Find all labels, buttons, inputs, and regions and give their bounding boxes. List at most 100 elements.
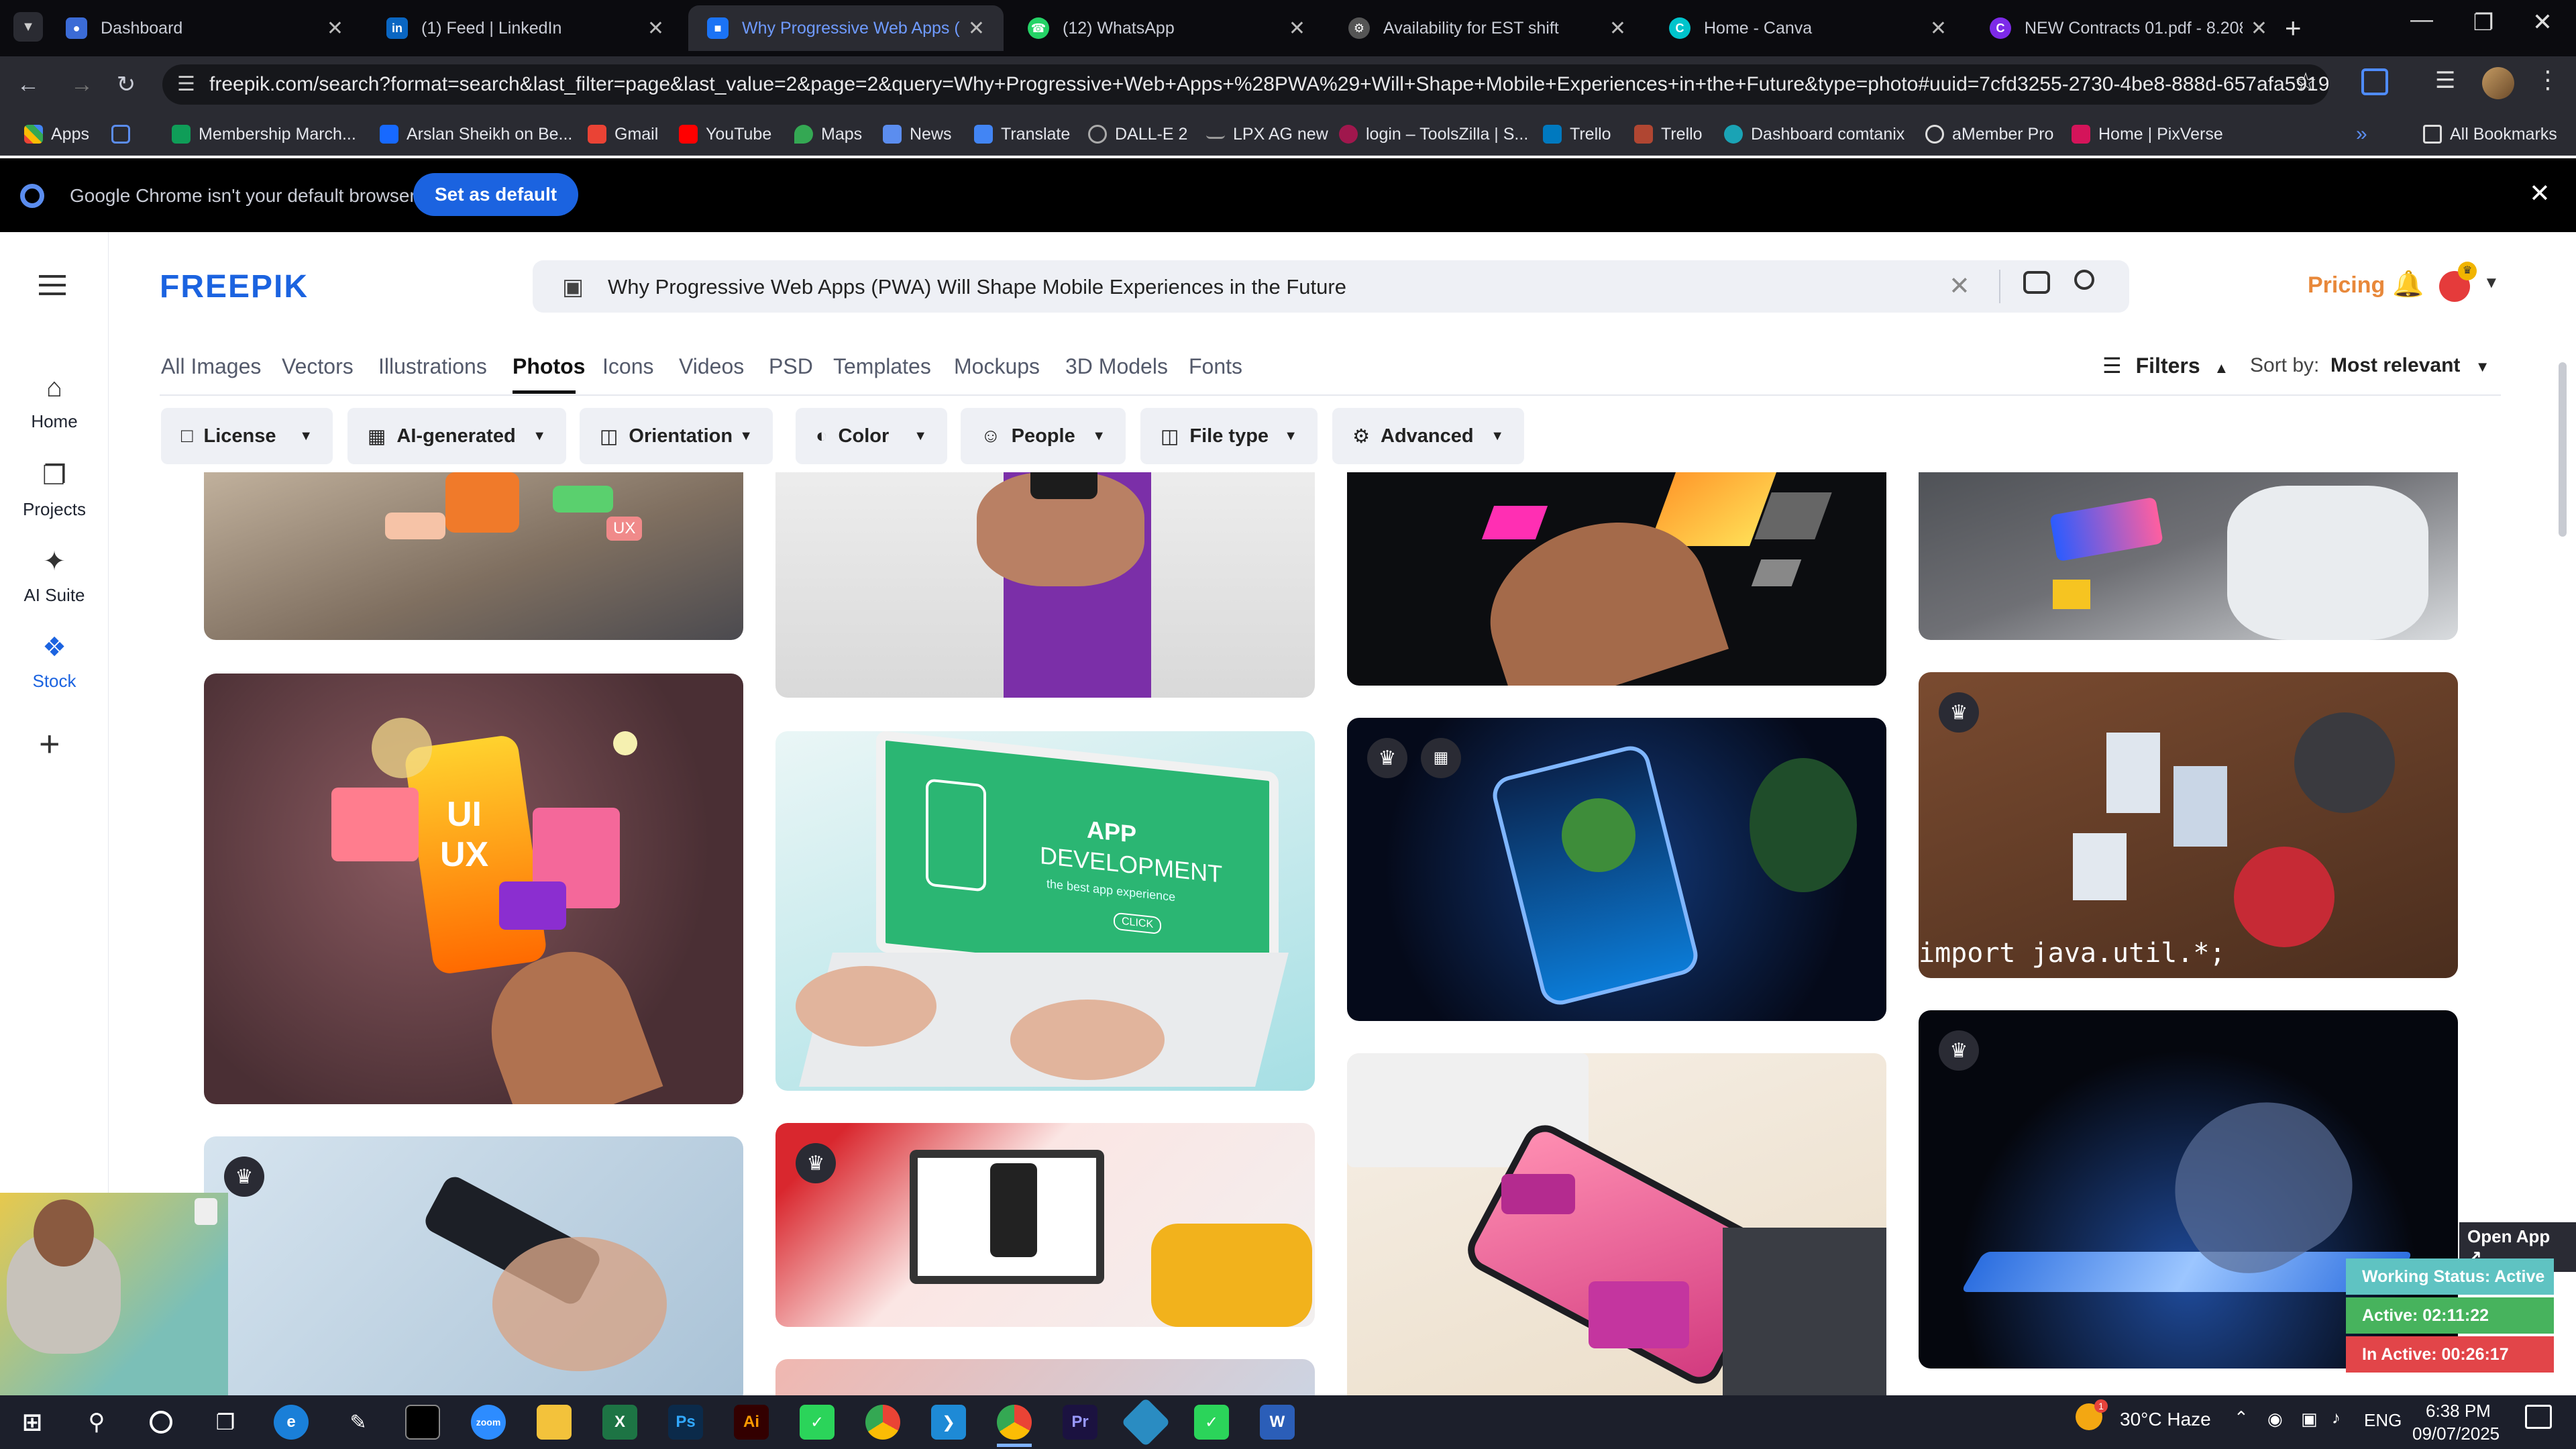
result-image[interactable] (775, 472, 1315, 698)
language-indicator[interactable]: ENG (2364, 1410, 2402, 1431)
pricing-link[interactable]: Pricing (2308, 272, 2385, 299)
bookmark-translate[interactable]: Translate (974, 113, 1070, 156)
profile-avatar[interactable] (2482, 67, 2514, 99)
tab-icons[interactable]: Icons (602, 354, 653, 379)
result-image[interactable] (775, 1359, 1315, 1395)
weather-text[interactable]: 30°C Haze (2120, 1409, 2211, 1430)
word-icon[interactable]: W (1260, 1405, 1295, 1440)
tab-canva-contracts[interactable]: C NEW Contracts 01.pdf - 8.208 ✕ (1971, 5, 2286, 51)
bookmark-maps[interactable]: Maps (794, 113, 862, 156)
filter-license[interactable]: □ License ▼ (161, 408, 333, 464)
excel-icon[interactable]: X (602, 1405, 637, 1440)
result-image[interactable]: ♛ (204, 1136, 743, 1395)
close-tab-icon[interactable]: ✕ (2251, 17, 2267, 40)
terminal-icon[interactable] (405, 1405, 440, 1440)
tab-linkedin[interactable]: in (1) Feed | LinkedIn ✕ (368, 5, 683, 51)
result-image[interactable] (1347, 1053, 1886, 1395)
tray-chevron-icon[interactable]: ⌃ (2234, 1407, 2249, 1428)
bookmark-dalle[interactable]: DALL-E 2 (1088, 113, 1187, 156)
cortana-icon[interactable] (144, 1405, 178, 1440)
sort-select[interactable]: Most relevant ▼ (2330, 354, 2490, 377)
forward-button[interactable]: → (64, 67, 99, 102)
site-info-icon[interactable]: ☰ (177, 72, 195, 96)
minimize-button[interactable]: — (2402, 7, 2442, 33)
meet-icon[interactable]: ◉ (2267, 1409, 2283, 1430)
volume-icon[interactable]: ♪ (2332, 1407, 2341, 1428)
chrome-active-icon[interactable] (997, 1405, 1032, 1440)
tab-whatsapp[interactable]: ☎ (12) WhatsApp ✕ (1009, 5, 1324, 51)
back-button[interactable]: ← (11, 67, 46, 102)
clock-time[interactable]: 6:38 PM (2426, 1401, 2491, 1421)
tab-vectors[interactable]: Vectors (282, 354, 354, 379)
bookmark-lpx[interactable]: LPX AG new (1206, 113, 1328, 156)
result-image[interactable]: UX (204, 472, 743, 640)
tab-dashboard[interactable]: ● Dashboard ✕ (47, 5, 362, 51)
bookmark-comtanix[interactable]: Dashboard comtanix (1724, 113, 1904, 156)
filter-advanced[interactable]: ⚙ Advanced ▼ (1332, 408, 1524, 464)
bookmark-amember[interactable]: aMember Pro (1925, 113, 2053, 156)
filter-orientation[interactable]: ◫ Orientation ▼ (580, 408, 773, 464)
tab-freepik[interactable]: ■ Why Progressive Web Apps (P ✕ (688, 5, 1004, 51)
close-tab-icon[interactable]: ✕ (1930, 17, 1947, 40)
camera-icon[interactable] (2023, 271, 2050, 294)
start-icon[interactable]: ⊞ (15, 1405, 50, 1440)
sidebar-item-home[interactable]: ⌂ Home (0, 373, 109, 432)
zoom-icon[interactable]: zoom (471, 1405, 506, 1440)
close-tab-icon[interactable]: ✕ (1609, 17, 1626, 40)
image-type-icon[interactable]: ▣ (562, 274, 584, 301)
bookmark-news[interactable]: News (883, 113, 952, 156)
media-icon[interactable]: ☰ (2435, 67, 2455, 94)
notification-center-icon[interactable] (2525, 1405, 2552, 1429)
chevron-down-icon[interactable]: ▼ (2483, 274, 2500, 292)
tab-search-icon[interactable]: ▼ (13, 12, 43, 42)
tab-availability[interactable]: ⚙ Availability for EST shift ✕ (1330, 5, 1645, 51)
result-image[interactable]: ♛ import java.util.*; (1919, 672, 2458, 978)
app-green-icon[interactable]: ✓ (800, 1405, 835, 1440)
file-explorer-icon[interactable] (537, 1405, 572, 1440)
search-icon[interactable] (2074, 270, 2094, 290)
extensions-icon[interactable] (2361, 68, 2388, 95)
illustrator-icon[interactable]: Ai (734, 1405, 769, 1440)
tab-photos[interactable]: Photos (513, 354, 585, 379)
hamburger-icon[interactable] (39, 275, 66, 295)
restore-button[interactable]: ❐ (2463, 9, 2504, 36)
bookmark-apps[interactable]: Apps (24, 113, 89, 156)
bookmark-pixverse[interactable]: Home | PixVerse (2072, 113, 2223, 156)
bookmark-toolszilla[interactable]: login – ToolsZilla | S... (1339, 113, 1528, 156)
tab-illustrations[interactable]: Illustrations (378, 354, 487, 379)
sidebar-item-projects[interactable]: ❐ Projects (0, 460, 109, 520)
address-bar[interactable]: ☰ freepik.com/search?format=search&last_… (162, 64, 2329, 105)
tab-psd[interactable]: PSD (769, 354, 813, 379)
tab-templates[interactable]: Templates (833, 354, 931, 379)
close-window-button[interactable]: ✕ (2522, 8, 2563, 36)
result-image[interactable]: UI UX (204, 674, 743, 1104)
all-bookmarks[interactable]: All Bookmarks (2423, 113, 2557, 156)
star-icon[interactable]: ☆ (2294, 67, 2317, 97)
pen-icon[interactable]: ✎ (341, 1405, 376, 1440)
sidebar-item-ai-suite[interactable]: ✦ AI Suite (0, 546, 109, 606)
bookmark-trello-2[interactable]: Trello (1634, 113, 1703, 156)
tab-mockups[interactable]: Mockups (954, 354, 1040, 379)
close-infobar-icon[interactable]: ✕ (2529, 178, 2551, 209)
clear-search-icon[interactable]: ✕ (1949, 271, 1970, 301)
kebab-menu-icon[interactable]: ⋮ (2536, 66, 2560, 94)
result-image[interactable]: APP DEVELOPMENT the best app experience … (775, 731, 1315, 1091)
premiere-icon[interactable]: Pr (1063, 1405, 1097, 1440)
reload-button[interactable]: ↻ (109, 67, 144, 102)
photoshop-icon[interactable]: Ps (668, 1405, 703, 1440)
bookmark-trello-1[interactable]: Trello (1543, 113, 1611, 156)
tab-3d-models[interactable]: 3D Models (1065, 354, 1168, 379)
result-image[interactable]: ♛ (775, 1123, 1315, 1327)
sidebar-item-stock[interactable]: ❖ Stock (0, 632, 109, 692)
bookmarks-overflow-icon[interactable]: » (2356, 113, 2367, 156)
bell-icon[interactable]: 🔔 (2392, 270, 2424, 299)
tab-videos[interactable]: Videos (679, 354, 744, 379)
tab-fonts[interactable]: Fonts (1189, 354, 1242, 379)
bookmark-youtube[interactable]: YouTube (679, 113, 771, 156)
edge-icon[interactable]: e (274, 1405, 309, 1440)
bookmark-gmail[interactable]: Gmail (588, 113, 658, 156)
search-input[interactable]: Why Progressive Web Apps (PWA) Will Shap… (608, 275, 1346, 299)
bookmark-behance[interactable]: Arslan Sheikh on Be... (380, 113, 572, 156)
tab-canva-home[interactable]: C Home - Canva ✕ (1650, 5, 1966, 51)
page-scrollbar[interactable] (2559, 362, 2567, 537)
